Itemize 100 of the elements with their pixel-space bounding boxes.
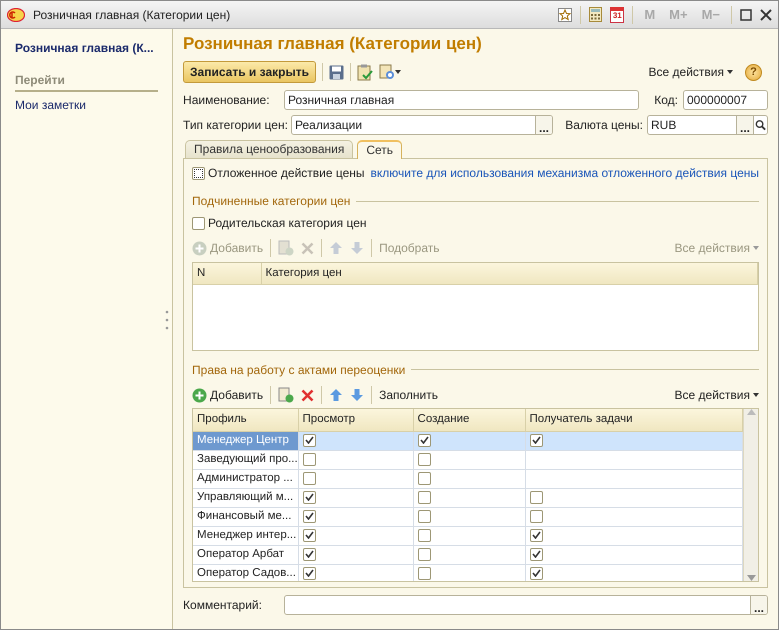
caret-icon [753, 246, 759, 250]
checkbox[interactable] [530, 510, 543, 523]
group-title: Подчиненные категории цен [192, 193, 350, 210]
caret-icon [394, 70, 401, 74]
column-header[interactable]: N [193, 262, 262, 284]
column-header[interactable]: Просмотр [298, 409, 414, 432]
maximize-icon[interactable] [740, 8, 752, 20]
checkbox[interactable] [418, 510, 431, 523]
checkbox[interactable] [302, 490, 316, 504]
check-icon [304, 512, 314, 520]
calculator-icon[interactable] [589, 7, 602, 22]
column-header[interactable]: Категория цен [261, 262, 758, 284]
checkbox[interactable] [192, 216, 206, 230]
checkbox[interactable] [530, 434, 543, 447]
check-icon [420, 436, 429, 444]
arrow-down-icon[interactable] [350, 388, 364, 402]
check-icon [304, 531, 314, 540]
column-header[interactable]: Создание [413, 409, 526, 432]
all-actions-menu[interactable]: Все действия [674, 386, 759, 404]
field-label: Валюта цены: [565, 117, 643, 134]
checkbox[interactable] [418, 548, 431, 561]
scroll-up-icon[interactable] [746, 409, 756, 416]
document-icon [378, 64, 395, 80]
tab[interactable]: Сеть [357, 140, 402, 159]
column-header[interactable]: Профиль [193, 409, 298, 432]
close-icon[interactable] [760, 8, 772, 20]
checkbox[interactable] [302, 510, 316, 523]
field-label: Код: [654, 92, 678, 109]
input-field[interactable]: RUB ... [647, 115, 768, 135]
table-cell[interactable]: Оператор Садов... [193, 564, 298, 581]
checkbox[interactable] [418, 472, 431, 485]
checkbox[interactable] [302, 434, 316, 447]
toolbar-button[interactable]: Заполнить [379, 386, 438, 404]
input-field[interactable]: Розничная главная [284, 90, 640, 110]
checkbox[interactable] [530, 566, 543, 580]
sidebar-link[interactable]: Мои заметки [15, 96, 86, 114]
document-menu-icon[interactable] [378, 64, 401, 80]
arrow-up-icon[interactable] [329, 388, 344, 402]
checkbox[interactable] [418, 452, 431, 466]
plus-circle-icon [192, 388, 208, 403]
delete-icon[interactable] [301, 388, 314, 402]
check-icon [532, 531, 541, 540]
check-icon [304, 550, 314, 558]
search-icon[interactable] [753, 116, 767, 134]
logo-icon [7, 8, 25, 22]
scroll-down-icon[interactable] [746, 575, 756, 581]
table-cell[interactable]: Менеджер интер... [193, 526, 298, 546]
sidebar-section-header: Перейти [15, 71, 158, 92]
input-field[interactable]: ... [284, 595, 768, 615]
tab[interactable]: Правила ценообразования [185, 140, 354, 158]
checkbox[interactable] [302, 452, 316, 466]
table-cell[interactable]: Оператор Арбат [193, 545, 298, 564]
window-title: Розничная главная (Категории цен) [33, 6, 232, 24]
save-and-close-button[interactable]: Записать и закрыть [183, 61, 316, 83]
checkbox[interactable] [418, 528, 431, 542]
input-field[interactable]: 000000007 [683, 90, 768, 110]
star-icon[interactable] [558, 8, 572, 22]
choice-button[interactable]: ... [750, 596, 767, 614]
plus-circle-icon [192, 240, 208, 256]
resize-handle-icon[interactable] [165, 309, 170, 331]
checkbox-label: Родительская категория цен [208, 215, 367, 232]
check-icon [532, 569, 541, 578]
table-cell[interactable]: Финансовый ме... [193, 507, 298, 526]
clipboard-check-icon[interactable] [356, 64, 373, 80]
all-actions-menu[interactable]: Все действия [648, 63, 733, 81]
check-icon [304, 493, 314, 502]
column-header[interactable]: Получатель задачи [525, 409, 742, 432]
input-field[interactable]: Реализации ... [291, 115, 554, 135]
caret-icon [753, 393, 759, 398]
check-icon [304, 569, 314, 578]
choice-button[interactable]: ... [535, 116, 552, 134]
check-icon [532, 550, 541, 558]
checkbox[interactable] [530, 548, 543, 561]
checkbox[interactable] [530, 490, 543, 504]
scrollbar[interactable] [743, 409, 758, 581]
checkbox[interactable] [302, 472, 316, 485]
checkbox[interactable] [302, 528, 316, 542]
check-icon [532, 436, 541, 444]
checkbox[interactable] [418, 434, 431, 447]
calendar-icon[interactable]: 31 [610, 6, 624, 22]
hint-link[interactable]: включите для использования механизма отложенного действия цены [370, 164, 759, 182]
save-icon[interactable] [328, 64, 344, 80]
checkbox[interactable] [192, 166, 206, 180]
copy-add-icon[interactable] [278, 387, 294, 404]
form-heading: Розничная главная (Категории цен) [183, 33, 483, 55]
sidebar-title: Розничная главная (К... [15, 40, 155, 57]
checkbox[interactable] [418, 566, 431, 580]
field-label: Тип категории цен: [183, 117, 289, 134]
checkbox[interactable] [302, 548, 316, 561]
choice-button[interactable]: ... [736, 116, 753, 134]
check-icon [304, 436, 314, 444]
table-cell[interactable]: Заведующий про... [193, 450, 298, 470]
checkbox[interactable] [302, 566, 316, 580]
checkbox[interactable] [530, 528, 543, 542]
table-cell[interactable]: Администратор ... [193, 469, 298, 488]
help-button[interactable]: ? [745, 64, 762, 80]
add-button[interactable]: Добавить [192, 386, 264, 404]
field-label: Комментарий: [183, 597, 263, 614]
checkbox[interactable] [418, 490, 431, 504]
table-cell[interactable]: Управляющий м... [193, 488, 298, 508]
